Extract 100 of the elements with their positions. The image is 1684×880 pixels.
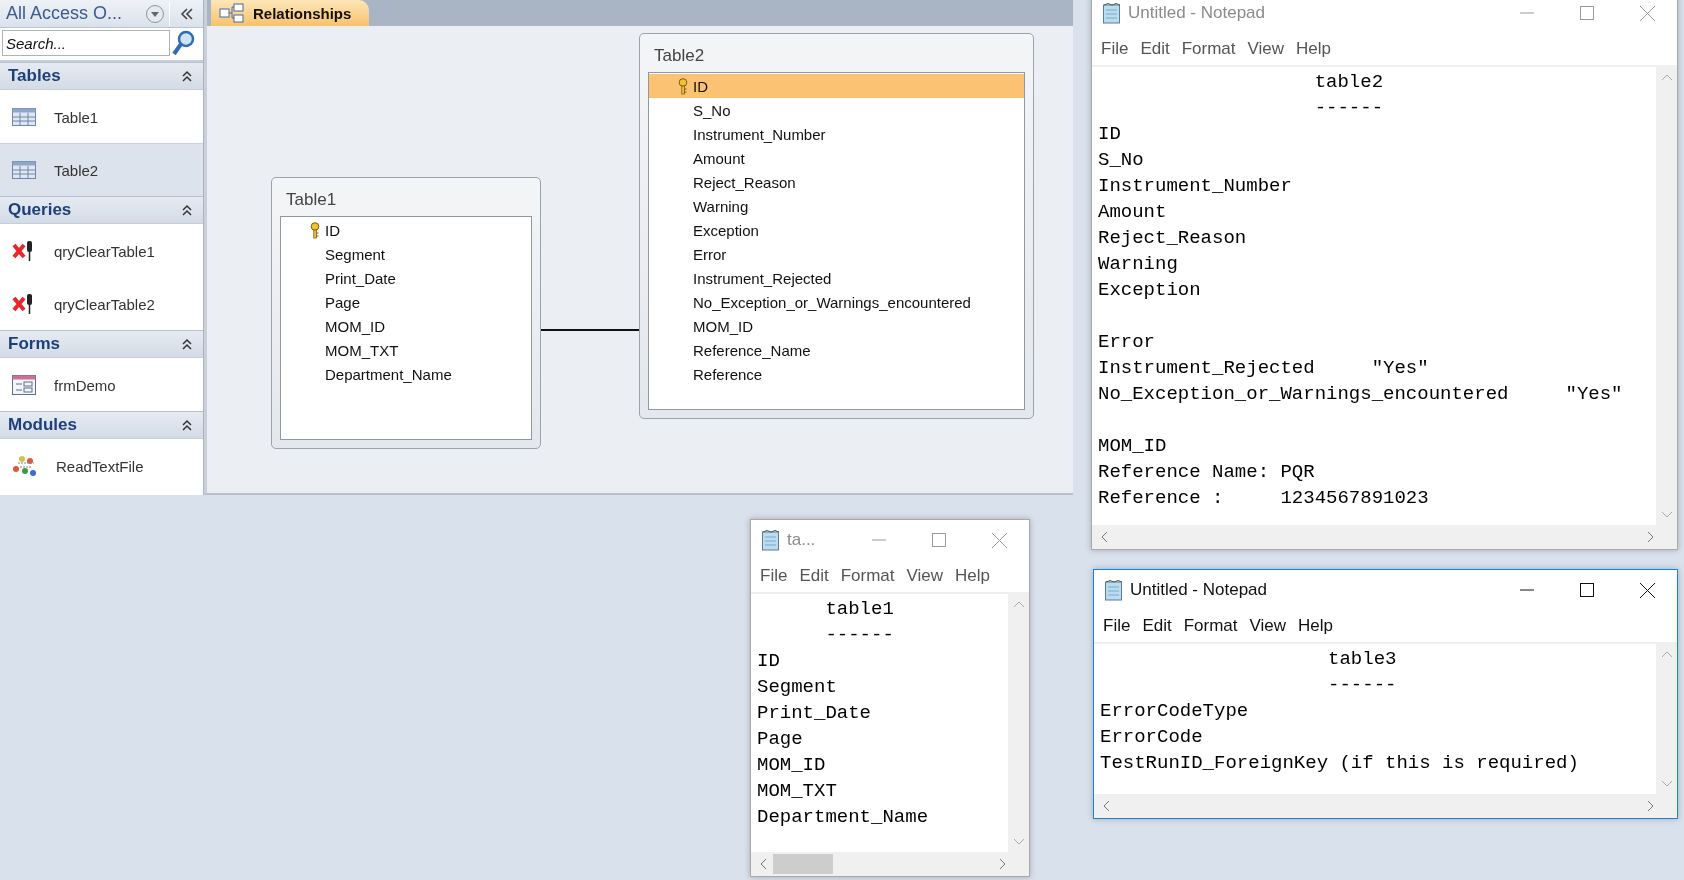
group-header[interactable]: Tables xyxy=(0,62,203,90)
field-row[interactable]: Error xyxy=(649,242,1024,266)
field-row[interactable]: Amount xyxy=(649,146,1024,170)
field-name: S_No xyxy=(693,101,731,119)
key-icon xyxy=(309,221,321,239)
vertical-scrollbar[interactable] xyxy=(1656,644,1677,794)
scroll-down-icon[interactable] xyxy=(1012,838,1025,846)
notepad-icon xyxy=(761,529,781,551)
field-row[interactable]: Reference xyxy=(649,362,1024,386)
field-row[interactable]: Print_Date xyxy=(281,266,531,290)
table-field-list[interactable]: Table2 ID S_No Instrument_Number Amount Reject_Reason Warning Exception Error Instrument_Rejected No_Exception_or_Warnings_encountered MOM_ID Reference_Name Reference xyxy=(639,33,1034,419)
search-button[interactable] xyxy=(172,31,196,55)
field-row[interactable]: MOM_TXT xyxy=(281,338,531,362)
menu-item[interactable]: File xyxy=(754,564,794,588)
field-name: MOM_ID xyxy=(325,317,385,335)
field-row[interactable]: Department_Name xyxy=(281,362,531,386)
form-icon xyxy=(12,375,36,395)
item-label: qryClearTable2 xyxy=(54,295,155,313)
scroll-left-icon[interactable] xyxy=(1102,800,1110,812)
item-label: ReadTextFile xyxy=(56,457,144,475)
field-row[interactable]: No_Exception_or_Warnings_encountered xyxy=(649,290,1024,314)
maximize-icon xyxy=(1580,583,1594,597)
scroll-right-icon[interactable] xyxy=(999,858,1007,870)
scroll-right-icon[interactable] xyxy=(1647,800,1655,812)
vertical-scrollbar[interactable] xyxy=(1008,594,1029,852)
field-row[interactable]: ID xyxy=(281,218,531,242)
menu-item[interactable]: Format xyxy=(834,564,901,588)
document-tab[interactable]: Relationships xyxy=(211,0,370,26)
collapse-icon[interactable] xyxy=(181,419,193,431)
menu-item[interactable]: Help xyxy=(1290,37,1338,61)
field-name: Reference_Name xyxy=(693,341,811,359)
field-name: Warning xyxy=(693,197,749,215)
horizontal-scrollbar[interactable] xyxy=(1092,525,1677,549)
window-title: ta... xyxy=(786,530,817,550)
field-name: ID xyxy=(325,221,340,239)
field-row[interactable]: ID xyxy=(649,74,1024,98)
double-chevron-left-icon xyxy=(179,7,194,20)
field-name: MOM_ID xyxy=(693,317,753,335)
field-row[interactable]: Exception xyxy=(649,218,1024,242)
item-label: qryClearTable1 xyxy=(54,242,155,260)
field-row[interactable]: MOM_ID xyxy=(281,314,531,338)
group-header[interactable]: Forms xyxy=(0,330,203,358)
scroll-up-icon[interactable] xyxy=(1660,650,1673,658)
field-row[interactable]: Segment xyxy=(281,242,531,266)
field-row[interactable]: Page xyxy=(281,290,531,314)
collapse-icon[interactable] xyxy=(181,70,193,82)
scroll-down-icon[interactable] xyxy=(1660,780,1673,788)
scrollbar-thumb[interactable] xyxy=(773,854,833,874)
group-title: Modules xyxy=(8,415,77,435)
field-name: Instrument_Number xyxy=(693,125,826,143)
menu-item[interactable]: View xyxy=(900,564,950,588)
scroll-left-icon[interactable] xyxy=(759,858,767,870)
menu-item[interactable]: File xyxy=(1097,614,1137,638)
text-area[interactable]: table3 ------ ErrorCodeType ErrorCode TestRunID_ForeignKey (if this is required) xyxy=(1094,644,1656,794)
minimize-icon xyxy=(872,539,886,541)
menu-item[interactable]: Edit xyxy=(1136,614,1178,638)
field-row[interactable]: Reject_Reason xyxy=(649,170,1024,194)
close-icon xyxy=(1639,5,1655,21)
field-name: Reference xyxy=(693,365,763,383)
menu-item[interactable]: Edit xyxy=(793,564,835,588)
close-icon xyxy=(1639,582,1655,598)
group-header[interactable]: Modules xyxy=(0,411,203,439)
field-row[interactable]: Warning xyxy=(649,194,1024,218)
menu-item[interactable]: View xyxy=(1241,37,1291,61)
scroll-left-icon[interactable] xyxy=(1100,531,1108,543)
horizontal-scrollbar[interactable] xyxy=(1094,794,1677,818)
menu-item[interactable]: View xyxy=(1243,614,1293,638)
field-name: Department_Name xyxy=(325,365,452,383)
collapse-icon[interactable] xyxy=(181,338,193,350)
field-row[interactable]: Reference_Name xyxy=(649,338,1024,362)
horizontal-scrollbar[interactable] xyxy=(751,852,1029,876)
text-area[interactable]: table2 ------ ID S_No Instrument_Number Amount Reject_Reason Warning Exception Error Instrument_Rejected "Yes" No_Exception_or_Warnings_encountered "Yes" MOM_ID Reference Name: PQR Reference : 1234567891023 xyxy=(1092,67,1656,525)
scroll-up-icon[interactable] xyxy=(1012,600,1025,608)
menu-item[interactable]: Edit xyxy=(1134,37,1176,61)
item-label: frmDemo xyxy=(54,376,116,394)
vertical-scrollbar[interactable] xyxy=(1656,67,1677,525)
menu-item[interactable]: Help xyxy=(1292,614,1340,638)
menu-item[interactable]: File xyxy=(1095,37,1135,61)
collapse-icon[interactable] xyxy=(181,204,193,216)
field-row[interactable]: MOM_ID xyxy=(649,314,1024,338)
field-row[interactable]: S_No xyxy=(649,98,1024,122)
scroll-right-icon[interactable] xyxy=(1647,531,1655,543)
menu-item[interactable]: Format xyxy=(1177,614,1244,638)
navigation-item[interactable]: Table2 xyxy=(0,143,203,196)
menu-item[interactable]: Help xyxy=(949,564,997,588)
table-title: Table1 xyxy=(285,189,338,211)
field-name: No_Exception_or_Warnings_encountered xyxy=(693,293,971,311)
scroll-up-icon[interactable] xyxy=(1660,73,1673,81)
field-row[interactable]: Instrument_Number xyxy=(649,122,1024,146)
text-area[interactable]: table1 ------ ID Segment Print_Date Page MOM_ID MOM_TXT Department_Name xyxy=(751,594,1008,852)
table-field-list[interactable]: Table1 ID Segment Print_Date Page MOM_ID MOM_TXT Department_Name xyxy=(271,177,541,449)
group-header[interactable]: Queries xyxy=(0,196,203,224)
module-icon xyxy=(12,455,38,477)
menu-item[interactable]: Format xyxy=(1175,37,1242,61)
search-field[interactable]: Search... xyxy=(2,30,170,56)
scroll-down-icon[interactable] xyxy=(1660,511,1673,519)
notepad-icon xyxy=(1102,2,1122,24)
search-icon xyxy=(172,30,196,56)
field-row[interactable]: Instrument_Rejected xyxy=(649,266,1024,290)
field-name: ID xyxy=(693,77,708,95)
